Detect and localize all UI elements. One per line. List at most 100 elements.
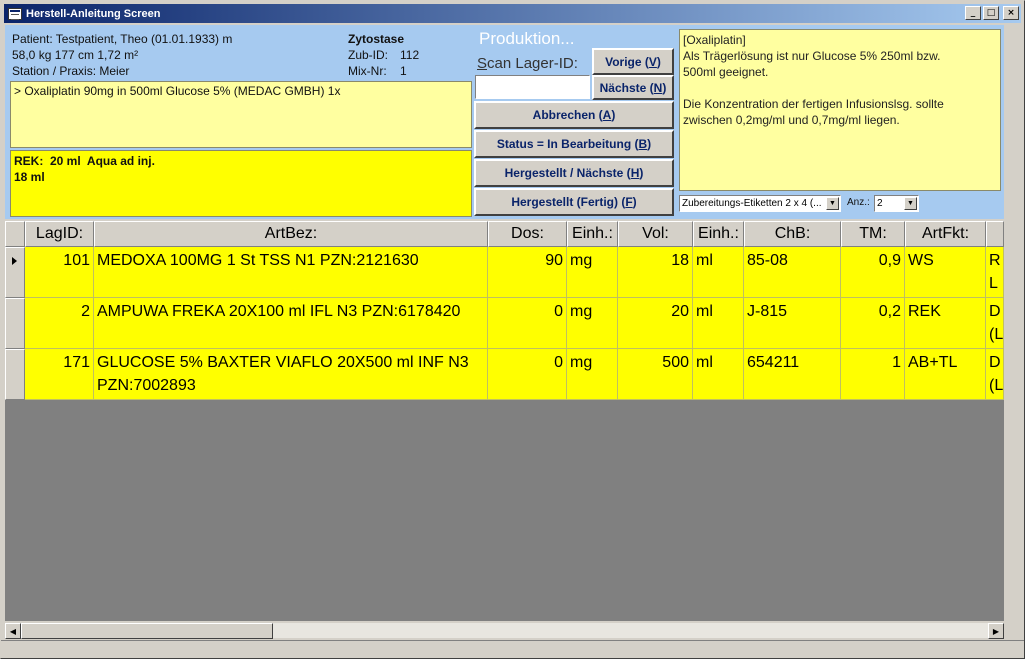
chevron-down-icon[interactable]: ▼	[826, 197, 839, 210]
patient-name-line: Patient: Testpatient, Theo (01.01.1933) …	[12, 32, 233, 46]
form-icon	[8, 7, 22, 20]
col-artbez[interactable]: ArtBez:	[94, 221, 488, 247]
anz-value: 2	[877, 198, 883, 209]
col-einh2[interactable]: Einh.:	[693, 221, 744, 247]
cell-extra[interactable]: D (L	[986, 349, 1004, 400]
cell-einh2[interactable]: ml	[693, 298, 744, 349]
right-border-strip	[1005, 25, 1022, 638]
row-selector[interactable]	[5, 298, 25, 349]
cell-artbez[interactable]: MEDOXA 100MG 1 St TSS N1 PZN:2121630	[94, 247, 488, 298]
order-text-box[interactable]: > Oxaliplatin 90mg in 500ml Glucose 5% (…	[10, 81, 472, 148]
table-row[interactable]: 101 MEDOXA 100MG 1 St TSS N1 PZN:2121630…	[5, 247, 1004, 298]
etiketten-value: Zubereitungs-Etiketten 2 x 4 (...	[682, 198, 822, 209]
anz-label: Anz.:	[847, 197, 870, 208]
row-selector-header	[5, 221, 25, 247]
status-button[interactable]: Status = In Bearbeitung (B)	[474, 130, 674, 158]
status-label: Status = In Bearbeitung (	[496, 137, 639, 151]
cell-artfkt[interactable]: REK	[905, 298, 986, 349]
naechste-paren: )	[662, 80, 667, 95]
anz-select[interactable]: 2 ▼	[874, 195, 919, 212]
cell-lagid[interactable]: 2	[25, 298, 94, 349]
col-tm[interactable]: TM:	[841, 221, 905, 247]
minimize-button[interactable]: _	[965, 6, 981, 20]
col-artfkt[interactable]: ArtFkt:	[905, 221, 986, 247]
scrollbar-thumb[interactable]	[21, 623, 273, 639]
hergestellt-fertig-button[interactable]: Hergestellt (Fertig) (F)	[474, 188, 674, 216]
close-button[interactable]: ×	[1003, 6, 1019, 20]
scan-label-hotkey: S	[477, 55, 488, 72]
table-row[interactable]: 2 AMPUWA FREKA 20X100 ml IFL N3 PZN:6178…	[5, 298, 1004, 349]
cell-extra[interactable]: R L	[986, 247, 1004, 298]
cell-einh1[interactable]: mg	[567, 349, 618, 400]
abbrechen-label: Abbrechen (	[532, 108, 603, 122]
col-lagid[interactable]: LagID:	[25, 221, 94, 247]
vorige-button[interactable]: Vorige (V)	[592, 48, 674, 75]
abbrechen-button[interactable]: Abbrechen (A)	[474, 101, 674, 129]
grid-header: LagID: ArtBez: Dos: Einh.: Vol: Einh.: C…	[5, 221, 1004, 247]
scan-label: Scan Lager-ID:	[477, 55, 578, 72]
cell-einh1[interactable]: mg	[567, 247, 618, 298]
zub-id-label: Zub-ID:	[348, 48, 389, 62]
cell-vol[interactable]: 20	[618, 298, 693, 349]
window-controls: _ □ ×	[965, 6, 1019, 20]
cell-lagid[interactable]: 101	[25, 247, 94, 298]
abbrechen-hotkey: A	[602, 108, 612, 122]
scroll-right-icon[interactable]: ▶	[988, 623, 1004, 639]
cell-artfkt[interactable]: WS	[905, 247, 986, 298]
title-bar: Herstell-Anleitung Screen _ □ ×	[4, 4, 1021, 23]
cell-einh2[interactable]: ml	[693, 349, 744, 400]
cell-artbez[interactable]: AMPUWA FREKA 20X100 ml IFL N3 PZN:617842…	[94, 298, 488, 349]
cell-artfkt[interactable]: AB+TL	[905, 349, 986, 400]
cell-vol[interactable]: 18	[618, 247, 693, 298]
cell-chb[interactable]: 654211	[744, 349, 841, 400]
patient-body-line: 58,0 kg 177 cm 1,72 m²	[12, 48, 139, 62]
produktion-title: Produktion...	[479, 29, 575, 48]
abbrechen-paren: )	[611, 108, 616, 122]
current-row-icon	[12, 257, 17, 265]
status-paren: )	[647, 137, 652, 151]
patient-station-line: Station / Praxis: Meier	[12, 64, 130, 78]
cell-chb[interactable]: 85-08	[744, 247, 841, 298]
zytostase-info: Zytostase Zub-ID: 112 Mix-Nr: 1	[348, 31, 419, 79]
cell-vol[interactable]: 500	[618, 349, 693, 400]
cell-tm[interactable]: 1	[841, 349, 905, 400]
col-extra[interactable]	[986, 221, 1004, 247]
hergestellt-naechste-hotkey: H	[630, 166, 640, 180]
window-title: Herstell-Anleitung Screen	[26, 7, 161, 20]
cell-tm[interactable]: 0,2	[841, 298, 905, 349]
vorige-label: Vorige (	[605, 54, 649, 69]
col-chb[interactable]: ChB:	[744, 221, 841, 247]
hergestellt-naechste-paren: )	[639, 166, 644, 180]
chevron-down-icon[interactable]: ▼	[904, 197, 917, 210]
rek-text-box[interactable]: REK: 20 ml Aqua ad inj. 18 ml	[10, 150, 472, 217]
cell-dos[interactable]: 0	[488, 349, 567, 400]
cell-chb[interactable]: J-815	[744, 298, 841, 349]
article-grid: LagID: ArtBez: Dos: Einh.: Vol: Einh.: C…	[5, 221, 1004, 621]
col-dos[interactable]: Dos:	[488, 221, 567, 247]
cell-einh1[interactable]: mg	[567, 298, 618, 349]
cell-extra[interactable]: D (L	[986, 298, 1004, 349]
maximize-button[interactable]: □	[983, 6, 999, 20]
hint-note-box[interactable]: [Oxaliplatin] Als Trägerlösung ist nur G…	[679, 29, 1001, 191]
row-selector[interactable]	[5, 349, 25, 400]
cell-einh2[interactable]: ml	[693, 247, 744, 298]
zytostase-title: Zytostase	[348, 32, 405, 46]
cell-dos[interactable]: 90	[488, 247, 567, 298]
row-selector[interactable]	[5, 247, 25, 298]
hergestellt-fertig-paren: )	[632, 195, 637, 209]
cell-dos[interactable]: 0	[488, 298, 567, 349]
scan-label-text: can Lager-ID:	[487, 55, 578, 72]
scan-lager-id-input[interactable]	[475, 75, 590, 99]
table-row[interactable]: 171 GLUCOSE 5% BAXTER VIAFLO 20X500 ml I…	[5, 349, 1004, 400]
scroll-left-icon[interactable]: ◀	[5, 623, 21, 639]
cell-artbez[interactable]: GLUCOSE 5% BAXTER VIAFLO 20X500 ml INF N…	[94, 349, 488, 400]
hergestellt-naechste-button[interactable]: Hergestellt / Nächste (H)	[474, 159, 674, 187]
cell-tm[interactable]: 0,9	[841, 247, 905, 298]
status-bar	[1, 640, 1024, 658]
col-vol[interactable]: Vol:	[618, 221, 693, 247]
col-einh1[interactable]: Einh.:	[567, 221, 618, 247]
etiketten-select[interactable]: Zubereitungs-Etiketten 2 x 4 (... ▼	[679, 195, 841, 212]
naechste-button[interactable]: Nächste (N)	[592, 75, 674, 100]
cell-lagid[interactable]: 171	[25, 349, 94, 400]
horizontal-scrollbar[interactable]: ◀ ▶	[5, 622, 1004, 639]
